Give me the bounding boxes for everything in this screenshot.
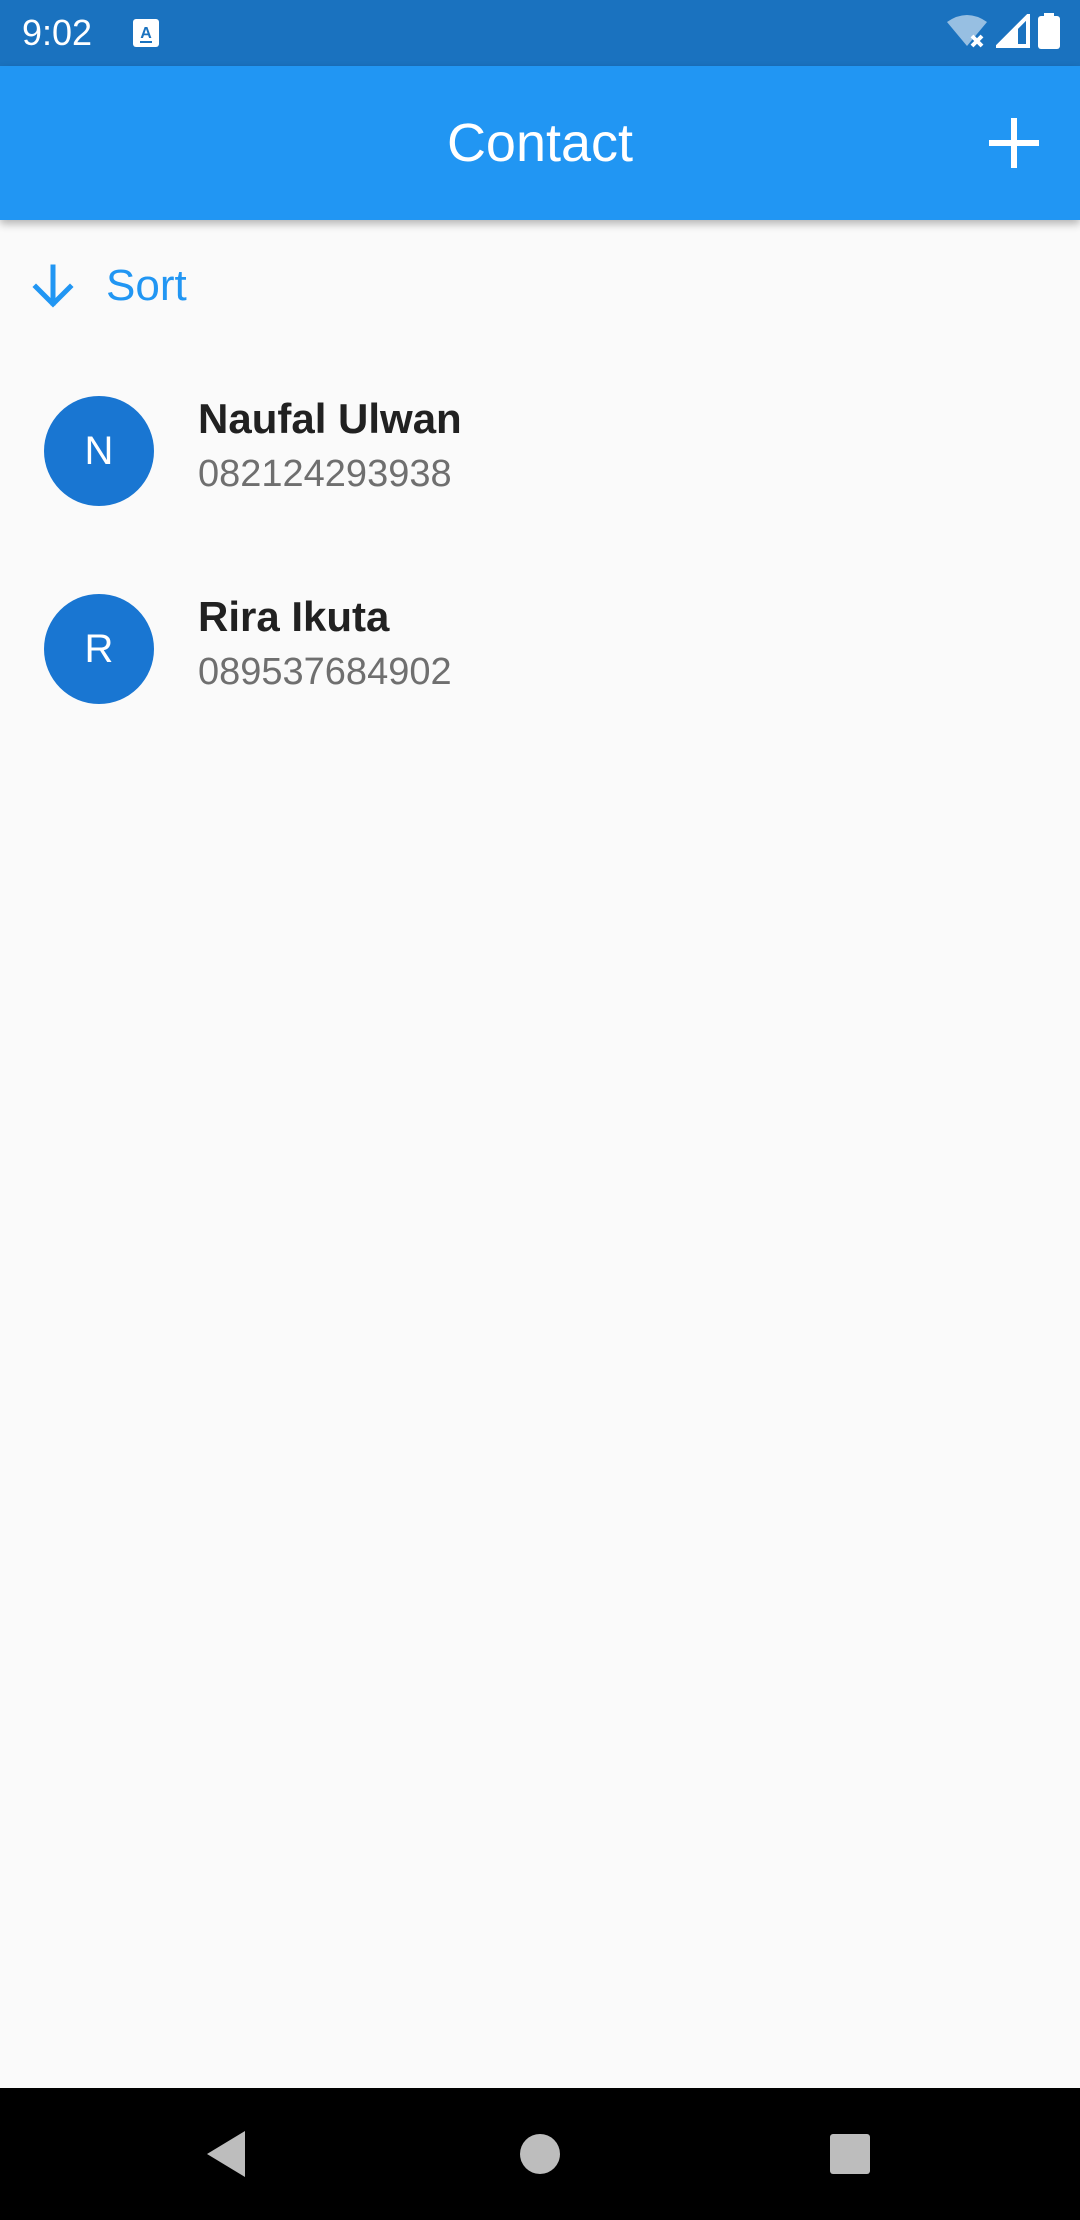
back-button[interactable] (157, 2088, 297, 2220)
page-title: Contact (446, 113, 634, 173)
text-input-notification-icon: A (133, 19, 159, 47)
status-icons (946, 10, 1060, 54)
cell-signal-icon (993, 10, 1030, 53)
sort-label: Sort (106, 261, 187, 310)
contact-phone: 089537684902 (198, 651, 452, 693)
sort-button[interactable]: Sort (30, 256, 187, 316)
home-circle-icon (520, 2134, 560, 2174)
status-bar: 9:02 A (0, 0, 1080, 66)
battery-icon (1038, 12, 1060, 54)
arrow-down-icon (32, 264, 74, 308)
home-button[interactable] (470, 2088, 610, 2220)
avatar: R (44, 594, 154, 704)
recents-button[interactable] (780, 2088, 920, 2220)
svg-text:A: A (140, 25, 152, 42)
back-triangle-icon (207, 2131, 245, 2177)
wifi-no-internet-icon (946, 14, 988, 53)
contact-item[interactable]: N Naufal Ulwan 082124293938 (0, 352, 1080, 550)
status-time: 9:02 (22, 12, 93, 53)
app-bar: Contact (0, 66, 1080, 220)
contact-phone: 082124293938 (198, 453, 452, 495)
contact-name: Rira Ikuta (198, 593, 390, 640)
add-contact-button[interactable] (984, 113, 1044, 173)
plus-icon (989, 118, 1039, 168)
contact-list: N Naufal Ulwan 082124293938 R Rira Ikuta… (0, 352, 1080, 748)
contact-name: Naufal Ulwan (198, 395, 462, 442)
system-nav-bar (0, 2088, 1080, 2220)
contact-item[interactable]: R Rira Ikuta 089537684902 (0, 550, 1080, 748)
avatar: N (44, 396, 154, 506)
recents-square-icon (830, 2134, 870, 2174)
